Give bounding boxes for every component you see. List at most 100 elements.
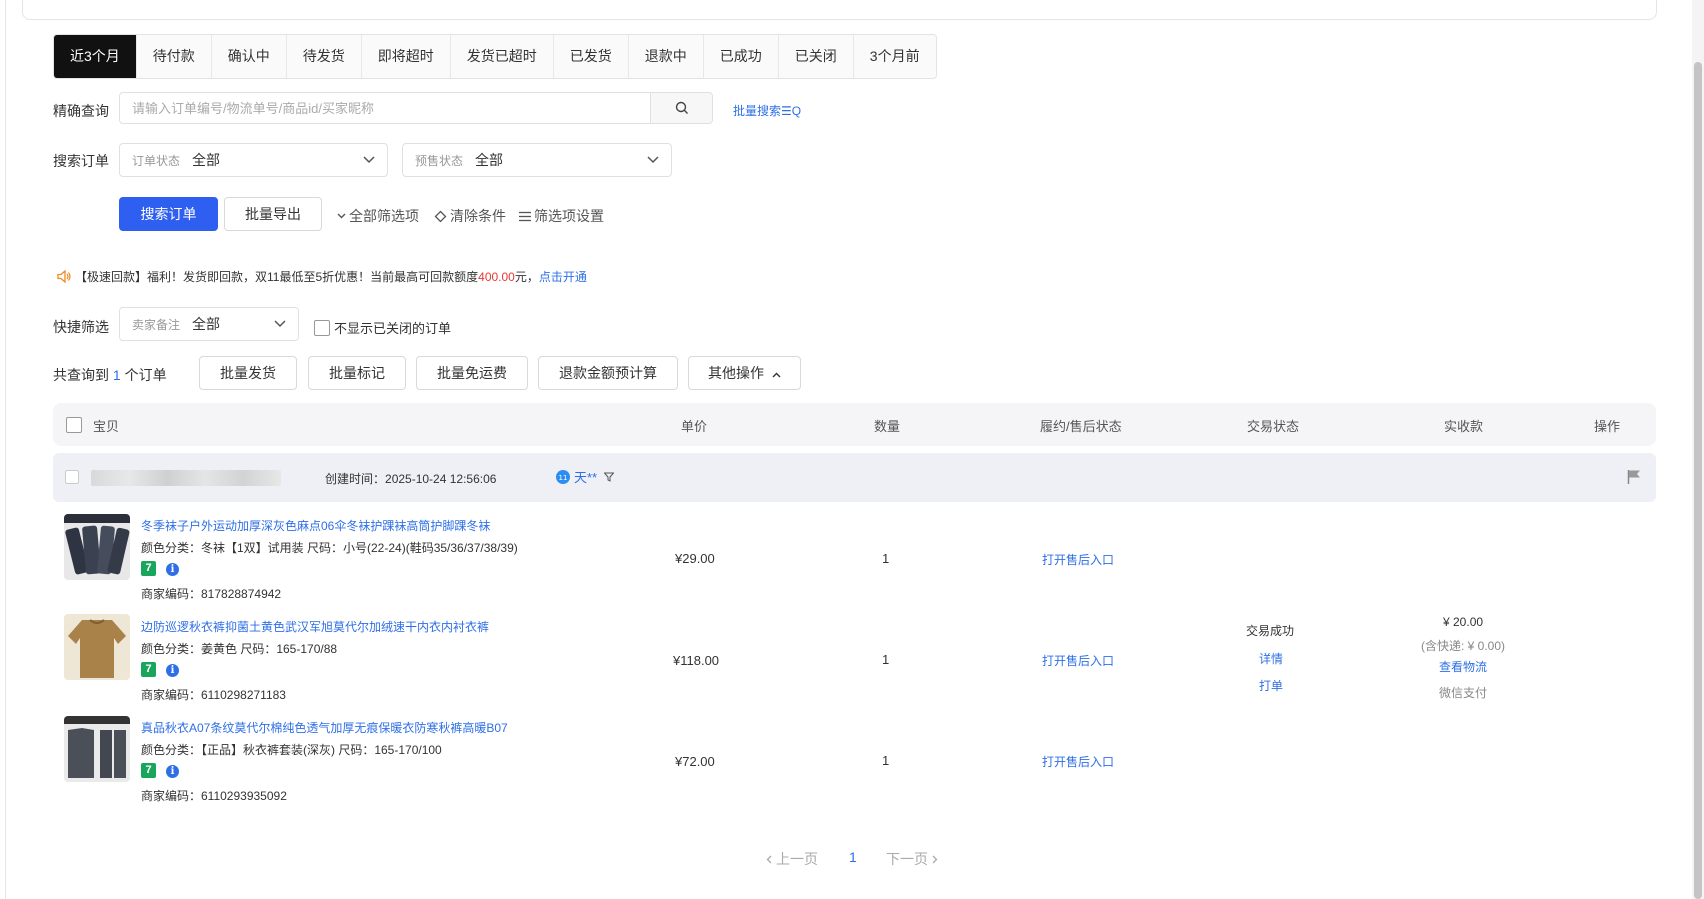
tab-succeeded[interactable]: 已成功 (703, 35, 779, 78)
view-logistics-link[interactable]: 查看物流 (1439, 658, 1487, 675)
select-all-checkbox[interactable] (66, 417, 82, 433)
batch-export-button[interactable]: 批量导出 (224, 197, 322, 231)
tab-closed[interactable]: 已关闭 (778, 35, 854, 78)
order-status-select[interactable]: 订单状态 全部 (119, 143, 388, 177)
product-image[interactable] (64, 716, 130, 782)
payment-method: 微信支付 (1439, 686, 1488, 700)
batch-mark-button[interactable]: 批量标记 (308, 356, 406, 390)
buyer-info[interactable]: 11 天** (555, 467, 615, 486)
product-attributes: 颜色分类：冬袜【1双】试用装 尺码：小号(22-24)(鞋码35/36/37/3… (141, 541, 518, 555)
product-title-link[interactable]: 边防巡逻秋衣裤抑菌土黄色武汉军旭莫代尔加绒速干内衣内衬衣裤 (141, 618, 489, 635)
order-created-time: 创建时间：2025-10-24 12:56:06 (325, 470, 496, 487)
scrollbar-thumb[interactable] (1694, 62, 1702, 899)
flag-icon[interactable] (1627, 469, 1641, 484)
batch-ship-button[interactable]: 批量发货 (199, 356, 297, 390)
exact-search-button[interactable] (651, 92, 713, 124)
trade-status: 交易成功 (1246, 624, 1295, 638)
tab-to-ship[interactable]: 待发货 (286, 35, 362, 78)
batch-free-shipping-button[interactable]: 批量免运费 (416, 356, 528, 390)
header-received: 实收款 (1444, 419, 1484, 434)
quantity: 1 (882, 652, 890, 667)
search-orders-button[interactable]: 搜索订单 (119, 197, 218, 231)
open-after-sale-link[interactable]: 打开售后入口 (1042, 753, 1114, 770)
presale-status-value: 全部 (475, 152, 504, 168)
filter-icon[interactable] (604, 472, 615, 482)
order-detail-link[interactable]: 详情 (1259, 650, 1283, 667)
open-after-sale-link[interactable]: 打开售后入口 (1042, 551, 1114, 568)
list-icon (519, 211, 531, 221)
quick-filter-label: 快捷筛选 (53, 319, 109, 335)
product-attributes: 颜色分类：姜黄色 尺码：165-170/88 (141, 642, 338, 656)
orders-table-header: 宝贝 单价 数量 履约/售后状态 交易状态 实收款 操作 (53, 403, 1656, 446)
hide-closed-orders-option[interactable]: 不显示已关闭的订单 (314, 318, 451, 337)
notice-activate-link[interactable]: 点击开通 (539, 268, 587, 285)
exact-search-input[interactable] (120, 93, 650, 123)
exact-search-box (119, 92, 651, 124)
seller-note-select[interactable]: 卖家备注 全部 (119, 307, 299, 341)
tab-last-3-months[interactable]: 近3个月 (54, 35, 137, 78)
product-title-link[interactable]: 真品秋衣A07条纹莫代尔棉纯色透气加厚无痕保暖衣防寒秋裤高暖B07 (141, 719, 508, 736)
info-icon[interactable]: i (166, 563, 179, 576)
order-status-value: 全部 (192, 152, 221, 168)
other-operations-label: 其他操作 (708, 365, 765, 381)
quantity: 1 (882, 753, 890, 768)
header-quantity: 数量 (874, 419, 901, 434)
product-image[interactable] (64, 614, 130, 680)
created-label: 创建时间： (325, 472, 386, 486)
next-page-button[interactable]: 下一页 (886, 849, 938, 869)
product-title-link[interactable]: 冬季袜子户外运动加厚深灰色麻点06伞冬袜护踝袜高筒护脚踝冬袜 (141, 517, 490, 534)
quantity: 1 (882, 551, 890, 566)
tab-3-months-ago[interactable]: 3个月前 (853, 35, 936, 78)
all-filters-toggle[interactable]: 全部筛选项 (337, 206, 419, 226)
tab-shipped[interactable]: 已发货 (553, 35, 629, 78)
header-after-sale: 履约/售后状态 (1040, 419, 1122, 434)
search-orders-label: 搜索订单 (53, 153, 109, 169)
order-number-redacted (91, 470, 281, 486)
filter-settings-button[interactable]: 筛选项设置 (519, 206, 604, 226)
header-operation: 操作 (1594, 419, 1621, 434)
chevron-down-icon (274, 320, 286, 328)
tab-about-to-timeout[interactable]: 即将超时 (361, 35, 451, 78)
hide-closed-checkbox[interactable] (314, 319, 330, 336)
fast-payout-notice: 【极速回款】福利！发货即回款，双11最低至5折优惠！当前最高可回款额度 400.0… (57, 268, 587, 285)
order-header: 创建时间：2025-10-24 12:56:06 11 天** (53, 453, 1656, 502)
page-left-border (0, 0, 6, 899)
eraser-icon (434, 210, 447, 222)
notice-suffix: 元， (514, 270, 539, 284)
header-item: 宝贝 (93, 419, 120, 434)
search-icon (675, 101, 688, 114)
seven-day-return-badge: 7 (141, 662, 156, 677)
notice-amount: 400.00 (478, 269, 515, 284)
tab-refunding[interactable]: 退款中 (628, 35, 704, 78)
merchant-sku: 商家编码：817828874942 (141, 587, 282, 601)
refund-precalc-button[interactable]: 退款金额预计算 (538, 356, 678, 390)
seller-note-value: 全部 (192, 316, 221, 332)
product-image[interactable] (64, 514, 130, 580)
shipping-fee-note: (含快递: ¥ 0.00) (1421, 639, 1506, 653)
page-number-current[interactable]: 1 (849, 849, 857, 865)
created-time-value: 2025-10-24 12:56:06 (385, 472, 497, 486)
other-operations-button[interactable]: 其他操作 (688, 356, 801, 390)
result-summary: 共查询到 1 个订单 (53, 365, 167, 385)
summary-count: 1 (112, 367, 121, 383)
presale-status-select[interactable]: 预售状态 全部 (402, 143, 672, 177)
clear-conditions-button[interactable]: 清除条件 (434, 206, 506, 226)
speaker-icon (57, 270, 71, 283)
order-checkbox[interactable] (65, 470, 79, 484)
open-after-sale-link[interactable]: 打开售后入口 (1042, 652, 1114, 669)
chevron-down-icon (647, 156, 659, 164)
prev-page-button[interactable]: 上一页 (766, 849, 818, 869)
tab-confirming[interactable]: 确认中 (211, 35, 287, 78)
exact-search-label: 精确查询 (53, 103, 109, 119)
merchant-sku: 商家编码：6110298271183 (141, 688, 286, 702)
print-order-link[interactable]: 打单 (1259, 677, 1283, 694)
header-trade-status: 交易状态 (1247, 419, 1300, 434)
tab-shipping-overdue[interactable]: 发货已超时 (450, 35, 554, 78)
info-icon[interactable]: i (166, 765, 179, 778)
batch-search-link[interactable]: 批量搜索☰Q (733, 102, 801, 119)
tab-pending-payment[interactable]: 待付款 (136, 35, 212, 78)
info-icon[interactable]: i (166, 664, 179, 677)
chevron-down-icon (363, 156, 375, 164)
seven-day-return-badge: 7 (141, 763, 156, 778)
header-price: 单价 (681, 419, 708, 434)
